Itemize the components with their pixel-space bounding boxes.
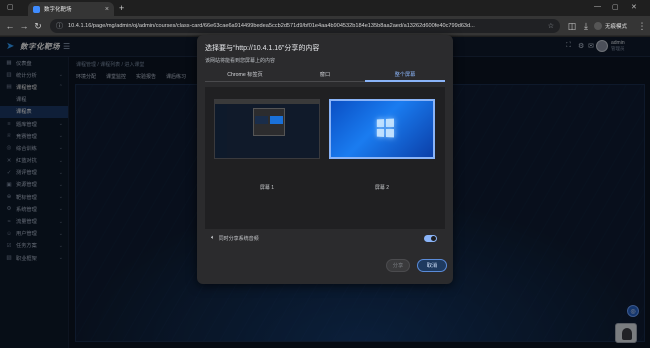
close-window-icon[interactable]: ✕	[631, 3, 637, 11]
forward-icon[interactable]: →	[18, 20, 30, 32]
bookmark-star-icon[interactable]: ☆	[548, 22, 554, 30]
screen-list: 屏幕 1 屏幕 2	[205, 87, 445, 229]
download-icon[interactable]: ⤓	[580, 20, 592, 32]
reload-icon[interactable]: ↻	[32, 20, 44, 32]
speaker-icon: 🔈︎	[211, 235, 215, 241]
system-audio-label: 同时分享系统音频	[218, 236, 259, 242]
windows-logo-icon	[376, 118, 394, 138]
site-info-icon[interactable]: ⓘ	[56, 21, 63, 31]
screen-1-preview	[214, 99, 320, 159]
tab-chrome-tabs[interactable]: Chrome 标签页	[205, 71, 285, 82]
system-audio-row: 🔈︎ 同时分享系统音频	[205, 232, 445, 245]
share-button[interactable]: 分享	[386, 259, 410, 272]
browser-tabstrip: ▢ 数字化靶场 × + — ▢ ✕	[0, 0, 650, 16]
tab-title: 数字化靶场	[44, 7, 72, 13]
tab-entire-screen[interactable]: 整个屏幕	[365, 71, 445, 82]
url-text: 10.4.1.16/page/mg/admin/oj/admin/courses…	[68, 23, 475, 29]
new-tab-icon[interactable]: +	[119, 3, 124, 13]
tab-window[interactable]: 窗口	[285, 71, 365, 82]
maximize-icon[interactable]: ▢	[612, 3, 619, 11]
minimize-icon[interactable]: —	[594, 3, 601, 10]
address-bar[interactable]: ⓘ 10.4.1.16/page/mg/admin/oj/admin/cours…	[50, 19, 560, 33]
favicon-icon	[33, 5, 40, 13]
incognito-label: 无痕模式	[605, 24, 628, 30]
browser-tab[interactable]: 数字化靶场 ×	[28, 2, 114, 16]
screen-2-label: 屏幕 2	[374, 185, 390, 191]
cancel-button[interactable]: 取消	[417, 259, 447, 272]
screen-1-label: 屏幕 1	[259, 185, 275, 191]
system-audio-toggle[interactable]	[424, 235, 437, 242]
tab-close-icon[interactable]: ×	[105, 6, 109, 13]
screen-option-2[interactable]: 屏幕 2	[329, 99, 435, 191]
extensions-icon[interactable]: ◫	[566, 20, 578, 32]
screen-option-1[interactable]: 屏幕 1	[214, 99, 320, 191]
incognito-icon	[594, 22, 602, 30]
back-icon[interactable]: ←	[4, 20, 16, 32]
dialog-title: 选择要与“http://10.4.1.16”分享的内容	[205, 45, 320, 52]
incognito-indicator[interactable]: 无痕模式	[594, 20, 627, 32]
dialog-subtitle: 该网站将能看到您屏幕上的内容	[205, 58, 276, 64]
browser-menu-icon[interactable]: ⋮	[636, 20, 648, 32]
browser-toolbar: ← → ↻ ⓘ 10.4.1.16/page/mg/admin/oj/admin…	[0, 16, 650, 36]
screen-2-preview	[329, 99, 435, 159]
share-source-tabs: Chrome 标签页 窗口 整个屏幕	[205, 70, 445, 82]
screen-share-dialog: 选择要与“http://10.4.1.16”分享的内容 该网站将能看到您屏幕上的…	[197, 35, 453, 284]
tab-search-icon[interactable]: ▢	[7, 3, 14, 11]
